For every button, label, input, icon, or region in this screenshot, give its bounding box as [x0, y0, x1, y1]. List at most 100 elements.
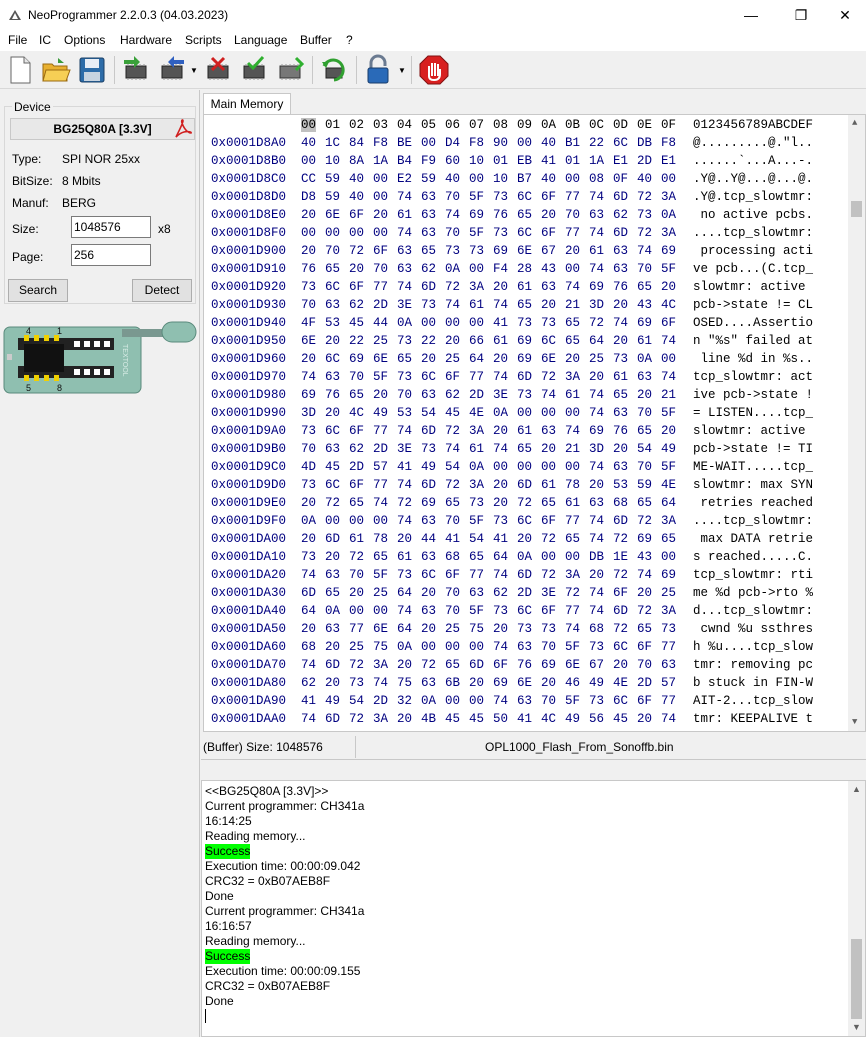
hex-byte[interactable]: 40	[349, 190, 364, 204]
hex-byte[interactable]: 73	[397, 334, 412, 348]
hex-byte[interactable]: 20	[613, 298, 628, 312]
hex-byte[interactable]: 78	[565, 478, 580, 492]
hex-byte[interactable]: 70	[349, 568, 364, 582]
hex-byte[interactable]: 67	[589, 658, 604, 672]
hex-byte[interactable]: 73	[397, 370, 412, 384]
hex-byte[interactable]: 6D	[301, 586, 316, 600]
splitter-bar[interactable]	[201, 760, 866, 778]
hex-byte[interactable]: 00	[301, 154, 316, 168]
hex-byte[interactable]: 6E	[301, 334, 316, 348]
hex-byte[interactable]: 41	[493, 316, 508, 330]
hex-byte[interactable]: 20	[301, 496, 316, 510]
hex-byte[interactable]: 6D	[421, 280, 436, 294]
hex-byte[interactable]: 65	[661, 532, 676, 546]
hex-byte[interactable]: 59	[325, 172, 340, 186]
hex-byte[interactable]: 6F	[541, 604, 556, 618]
hex-byte[interactable]: 72	[589, 316, 604, 330]
hex-byte[interactable]: 5F	[373, 568, 388, 582]
hex-byte[interactable]: 72	[325, 496, 340, 510]
hex-byte[interactable]: 5F	[469, 604, 484, 618]
hex-byte[interactable]: 72	[517, 496, 532, 510]
hex-byte[interactable]: 65	[637, 496, 652, 510]
hex-byte[interactable]: F8	[469, 136, 484, 150]
hex-byte[interactable]: 45	[349, 316, 364, 330]
hex-byte[interactable]: 74	[397, 190, 412, 204]
menu-hardware[interactable]: Hardware	[120, 33, 172, 47]
hex-row[interactable]: 0x0001D960 20 6C 69 6E 65 20 25 64 20 69 6E 20 25 73 0A…	[204, 352, 864, 370]
write-chip-icon[interactable]	[156, 54, 188, 86]
hex-byte[interactable]: D8	[301, 190, 316, 204]
hex-byte[interactable]: 00	[373, 514, 388, 528]
hex-byte[interactable]: 63	[325, 298, 340, 312]
row-ascii[interactable]: AIT-2...tcp_slow	[693, 694, 813, 708]
hex-byte[interactable]: 6F	[541, 514, 556, 528]
hex-byte[interactable]: 69	[589, 424, 604, 438]
hex-byte[interactable]: 70	[325, 244, 340, 258]
hex-byte[interactable]: 5F	[373, 370, 388, 384]
hex-byte[interactable]: 70	[637, 406, 652, 420]
hex-byte[interactable]: 6D	[421, 424, 436, 438]
hex-byte[interactable]: 00	[661, 352, 676, 366]
hex-byte[interactable]: 20	[325, 640, 340, 654]
lock-icon[interactable]	[362, 54, 394, 86]
hex-row[interactable]: 0x0001DA60 68 20 25 75 0A 00 00 00 74 63 70 5F 73 6C 6F…	[204, 640, 864, 658]
hex-byte[interactable]: 40	[541, 172, 556, 186]
hex-byte[interactable]: 6F	[349, 424, 364, 438]
hex-byte[interactable]: 63	[325, 622, 340, 636]
hex-byte[interactable]: 63	[613, 406, 628, 420]
hex-byte[interactable]: 00	[445, 694, 460, 708]
hex-byte[interactable]: 20	[493, 424, 508, 438]
hex-byte[interactable]: 20	[421, 352, 436, 366]
hex-row[interactable]: 0x0001DA70 74 6D 72 3A 20 72 65 6D 6F 76 69 6E 67 20 70…	[204, 658, 864, 676]
hex-byte[interactable]: 69	[637, 316, 652, 330]
hex-byte[interactable]: 73	[493, 604, 508, 618]
hex-byte[interactable]: 74	[397, 424, 412, 438]
hex-byte[interactable]: 61	[613, 370, 628, 384]
hex-byte[interactable]: 3A	[469, 280, 484, 294]
hex-byte[interactable]: 00	[421, 640, 436, 654]
hex-byte[interactable]: 20	[325, 676, 340, 690]
hex-byte[interactable]: 67	[541, 244, 556, 258]
hex-byte[interactable]: 00	[565, 262, 580, 276]
hex-row[interactable]: 0x0001DA20 74 63 70 5F 73 6C 6F 77 74 6D 72 3A 20 72 74…	[204, 568, 864, 586]
hex-row[interactable]: 0x0001D940 4F 53 45 44 0A 00 00 00 41 73 73 65 72 74 69…	[204, 316, 864, 334]
hex-byte[interactable]: E1	[613, 154, 628, 168]
hex-byte[interactable]: 72	[541, 370, 556, 384]
row-ascii[interactable]: h %u....tcp_slow	[693, 640, 813, 654]
hex-byte[interactable]: 20	[613, 334, 628, 348]
hex-byte[interactable]: 61	[349, 532, 364, 546]
hex-byte[interactable]: 6E	[541, 352, 556, 366]
hex-byte[interactable]: 1A	[589, 154, 604, 168]
hex-byte[interactable]: 3A	[373, 712, 388, 726]
hex-row[interactable]: 0x0001D9A0 73 6C 6F 77 74 6D 72 3A 20 61 63 74 69 76 65…	[204, 424, 864, 442]
hex-byte[interactable]: 00	[301, 226, 316, 240]
row-ascii[interactable]: me %d pcb->rto %	[693, 586, 813, 600]
hex-byte[interactable]: 74	[445, 298, 460, 312]
hex-byte[interactable]: 77	[565, 604, 580, 618]
hex-byte[interactable]: 20	[565, 244, 580, 258]
hex-byte[interactable]: 74	[301, 712, 316, 726]
hex-byte[interactable]: 20	[373, 208, 388, 222]
hex-byte[interactable]: 20	[301, 532, 316, 546]
hex-byte[interactable]: 20	[421, 622, 436, 636]
hex-byte[interactable]: 43	[541, 262, 556, 276]
hex-byte[interactable]: 6F	[349, 280, 364, 294]
hex-byte[interactable]: 6D	[517, 478, 532, 492]
menu-options[interactable]: Options	[64, 33, 105, 47]
hex-byte[interactable]: 2D	[349, 460, 364, 474]
hex-byte[interactable]: 65	[637, 424, 652, 438]
hex-byte[interactable]: 4E	[469, 406, 484, 420]
hex-byte[interactable]: 20	[541, 208, 556, 222]
hex-byte[interactable]: 3A	[373, 658, 388, 672]
hex-byte[interactable]: 62	[301, 676, 316, 690]
hex-byte[interactable]: 00	[565, 406, 580, 420]
new-file-icon[interactable]	[4, 54, 36, 86]
hex-byte[interactable]: 72	[541, 532, 556, 546]
hex-byte[interactable]: D4	[445, 136, 460, 150]
hex-byte[interactable]: 43	[637, 550, 652, 564]
hex-byte[interactable]: 20	[541, 676, 556, 690]
hex-byte[interactable]: 20	[325, 406, 340, 420]
hex-row[interactable]: 0x0001D8A0 40 1C 84 F8 BE 00 D4 F8 90 00 40 B1 22 6C DB…	[204, 136, 864, 154]
hex-byte[interactable]: 68	[589, 622, 604, 636]
scroll-down-icon[interactable]: ▼	[852, 1022, 861, 1032]
